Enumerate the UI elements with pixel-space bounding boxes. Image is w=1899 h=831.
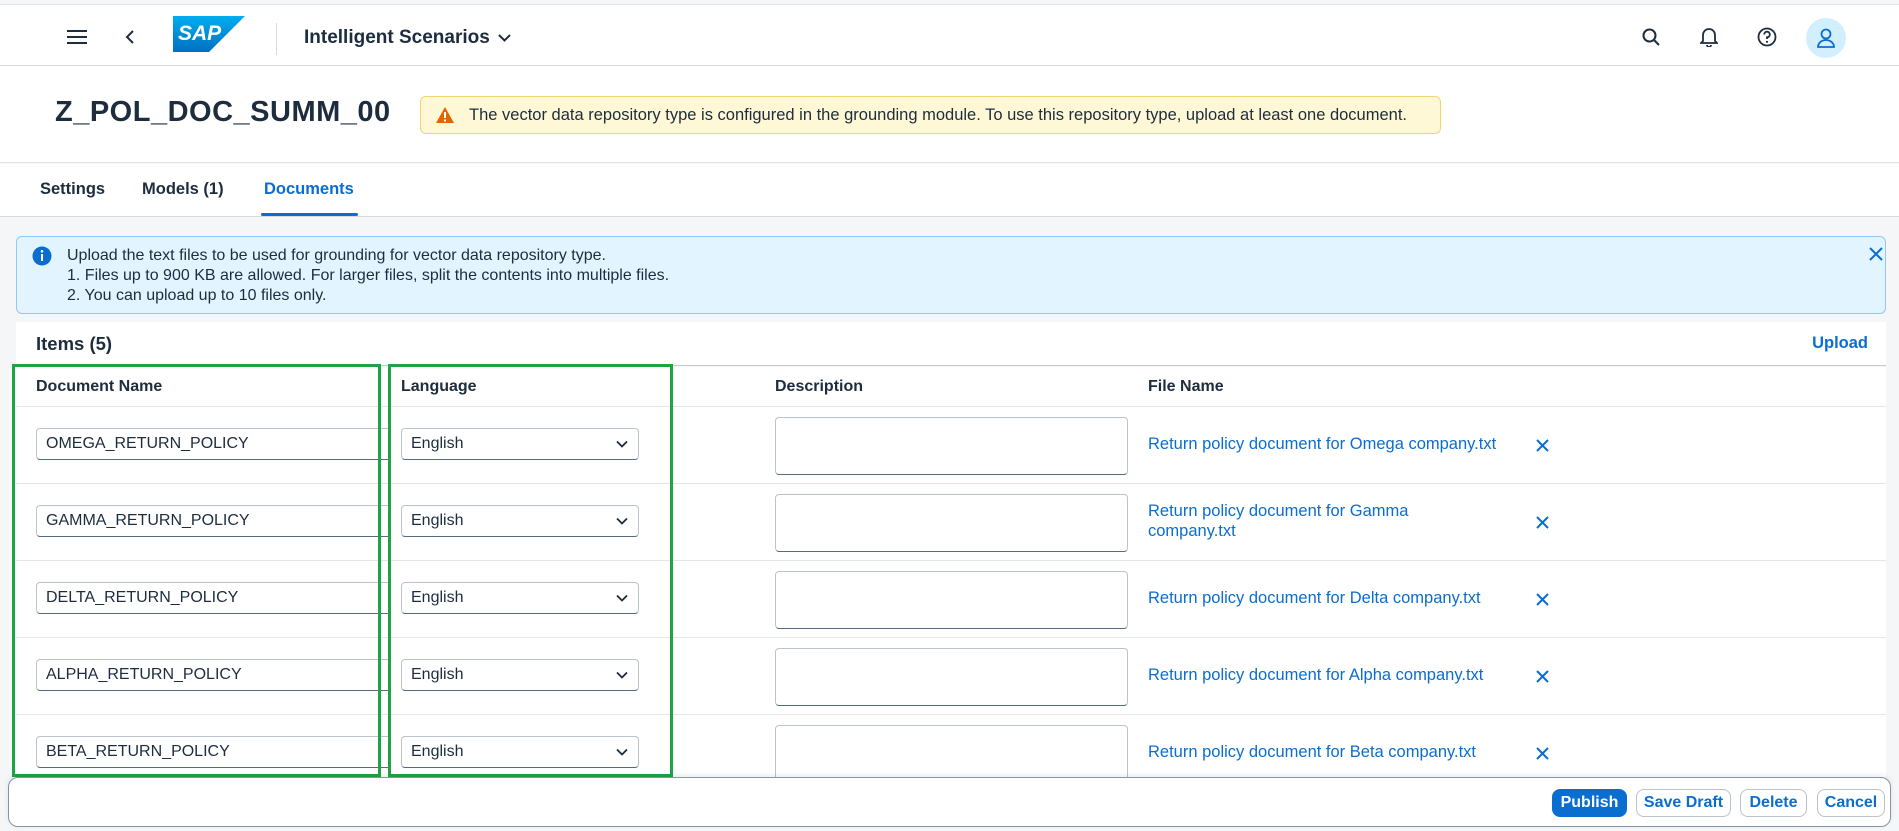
table-row: OMEGA_RETURN_POLICY English Return polic… bbox=[16, 407, 1886, 484]
document-name-input[interactable]: BETA_RETURN_POLICY bbox=[36, 736, 391, 768]
warning-icon bbox=[436, 107, 454, 123]
app-title-menu[interactable]: Intelligent Scenarios bbox=[304, 27, 511, 49]
page-title: Z_POL_DOC_SUMM_00 bbox=[55, 96, 391, 128]
file-name-link[interactable]: Return policy document for Alpha company… bbox=[1148, 665, 1483, 685]
file-name-line-1: Return policy document for Beta company.… bbox=[1148, 743, 1477, 761]
publish-button[interactable]: Publish bbox=[1552, 789, 1627, 817]
document-name-input[interactable]: OMEGA_RETURN_POLICY bbox=[36, 428, 391, 460]
language-value: English bbox=[411, 666, 464, 683]
language-select[interactable]: English bbox=[401, 582, 639, 614]
file-name-link[interactable]: Return policy document for Delta company… bbox=[1148, 588, 1481, 608]
column-header-document-name: Document Name bbox=[36, 378, 163, 395]
column-header-language: Language bbox=[401, 378, 477, 395]
language-value: English bbox=[411, 435, 464, 452]
close-icon[interactable] bbox=[1536, 670, 1549, 683]
chevron-down-icon bbox=[616, 440, 628, 448]
description-input[interactable] bbox=[775, 417, 1128, 475]
chevron-down-icon bbox=[616, 517, 628, 525]
description-input[interactable] bbox=[775, 725, 1128, 777]
chevron-down-icon bbox=[616, 594, 628, 602]
column-header-description: Description bbox=[775, 378, 864, 395]
table-row: ALPHA_RETURN_POLICY English Return polic… bbox=[16, 638, 1886, 715]
tab-bar: Settings Models (1) Documents bbox=[0, 164, 1899, 217]
cancel-button[interactable]: Cancel bbox=[1817, 789, 1885, 817]
language-value: English bbox=[411, 743, 464, 760]
info-text: Upload the text files to be used for gro… bbox=[67, 246, 669, 306]
file-name-link[interactable]: Return policy document for Beta company.… bbox=[1148, 742, 1476, 762]
warning-text: The vector data repository type is confi… bbox=[469, 105, 1408, 124]
document-name-input[interactable]: DELTA_RETURN_POLICY bbox=[36, 582, 391, 614]
shell-bar: SAP Intelligent Scenarios bbox=[0, 4, 1899, 66]
description-input[interactable] bbox=[775, 494, 1128, 552]
chevron-down-icon bbox=[498, 34, 511, 42]
table-row: DELTA_RETURN_POLICY English Return polic… bbox=[16, 561, 1886, 638]
table-row: GAMMA_RETURN_POLICY English Return polic… bbox=[16, 484, 1886, 561]
user-icon bbox=[1817, 28, 1835, 48]
file-name-link[interactable]: Return policy document for Gamma company… bbox=[1148, 501, 1408, 541]
search-icon[interactable] bbox=[1631, 17, 1671, 57]
bell-icon[interactable] bbox=[1689, 17, 1729, 57]
delete-button[interactable]: Delete bbox=[1740, 789, 1807, 817]
sap-logo-text: SAP bbox=[178, 22, 222, 45]
info-line-2: 1. Files up to 900 KB are allowed. For l… bbox=[67, 267, 670, 284]
close-icon[interactable] bbox=[1536, 439, 1549, 452]
back-icon[interactable] bbox=[110, 17, 150, 57]
object-header: Z_POL_DOC_SUMM_00 The vector data reposi… bbox=[0, 66, 1899, 163]
tab-models[interactable]: Models (1) bbox=[142, 180, 224, 199]
file-name-line-1: Return policy document for Gamma bbox=[1148, 502, 1409, 520]
file-name-line-1: Return policy document for Delta company… bbox=[1148, 589, 1481, 607]
file-name-line-2: company.txt bbox=[1148, 522, 1236, 540]
tab-settings[interactable]: Settings bbox=[40, 180, 105, 199]
table-header: Document Name Language Description File … bbox=[16, 367, 1886, 407]
language-select[interactable]: English bbox=[401, 428, 639, 460]
items-toolbar: Items (5) Upload bbox=[16, 322, 1886, 366]
app-title: Intelligent Scenarios bbox=[304, 27, 490, 48]
table-row: BETA_RETURN_POLICY English Return policy… bbox=[16, 715, 1886, 777]
chevron-down-icon bbox=[616, 671, 628, 679]
user-avatar[interactable] bbox=[1806, 18, 1846, 58]
description-input[interactable] bbox=[775, 571, 1128, 629]
info-message-strip: Upload the text files to be used for gro… bbox=[16, 236, 1886, 314]
info-icon bbox=[32, 246, 52, 266]
file-name-link[interactable]: Return policy document for Omega company… bbox=[1148, 434, 1496, 454]
column-header-file-name: File Name bbox=[1148, 378, 1224, 395]
chevron-down-icon bbox=[616, 748, 628, 756]
active-tab-indicator bbox=[261, 213, 358, 216]
language-value: English bbox=[411, 589, 464, 606]
language-select[interactable]: English bbox=[401, 505, 639, 537]
close-icon[interactable] bbox=[1536, 593, 1549, 606]
documents-table: Document Name Language Description File … bbox=[16, 367, 1886, 777]
close-icon[interactable] bbox=[1869, 247, 1883, 261]
document-name-input[interactable]: ALPHA_RETURN_POLICY bbox=[36, 659, 391, 691]
close-icon[interactable] bbox=[1536, 516, 1549, 529]
close-icon[interactable] bbox=[1536, 747, 1549, 760]
menu-icon[interactable] bbox=[57, 17, 97, 57]
file-name-line-1: Return policy document for Alpha company… bbox=[1148, 666, 1484, 684]
warning-message-strip: The vector data repository type is confi… bbox=[420, 96, 1441, 134]
sap-logo[interactable]: SAP bbox=[173, 16, 245, 52]
file-name-line-1: Return policy document for Omega company… bbox=[1148, 435, 1497, 453]
save-draft-button[interactable]: Save Draft bbox=[1636, 789, 1731, 817]
info-line-1: Upload the text files to be used for gro… bbox=[67, 247, 606, 264]
shell-separator bbox=[276, 23, 277, 55]
items-title: Items (5) bbox=[36, 333, 113, 354]
description-input[interactable] bbox=[775, 648, 1128, 706]
language-select[interactable]: English bbox=[401, 659, 639, 691]
info-line-3: 2. You can upload up to 10 files only. bbox=[67, 287, 327, 304]
document-name-input[interactable]: GAMMA_RETURN_POLICY bbox=[36, 505, 391, 537]
language-value: English bbox=[411, 512, 464, 529]
language-select[interactable]: English bbox=[401, 736, 639, 768]
tab-documents[interactable]: Documents bbox=[264, 180, 354, 199]
help-icon[interactable] bbox=[1747, 17, 1787, 57]
footer-toolbar: Publish Save Draft Delete Cancel bbox=[8, 777, 1891, 827]
upload-button[interactable]: Upload bbox=[1812, 334, 1868, 353]
